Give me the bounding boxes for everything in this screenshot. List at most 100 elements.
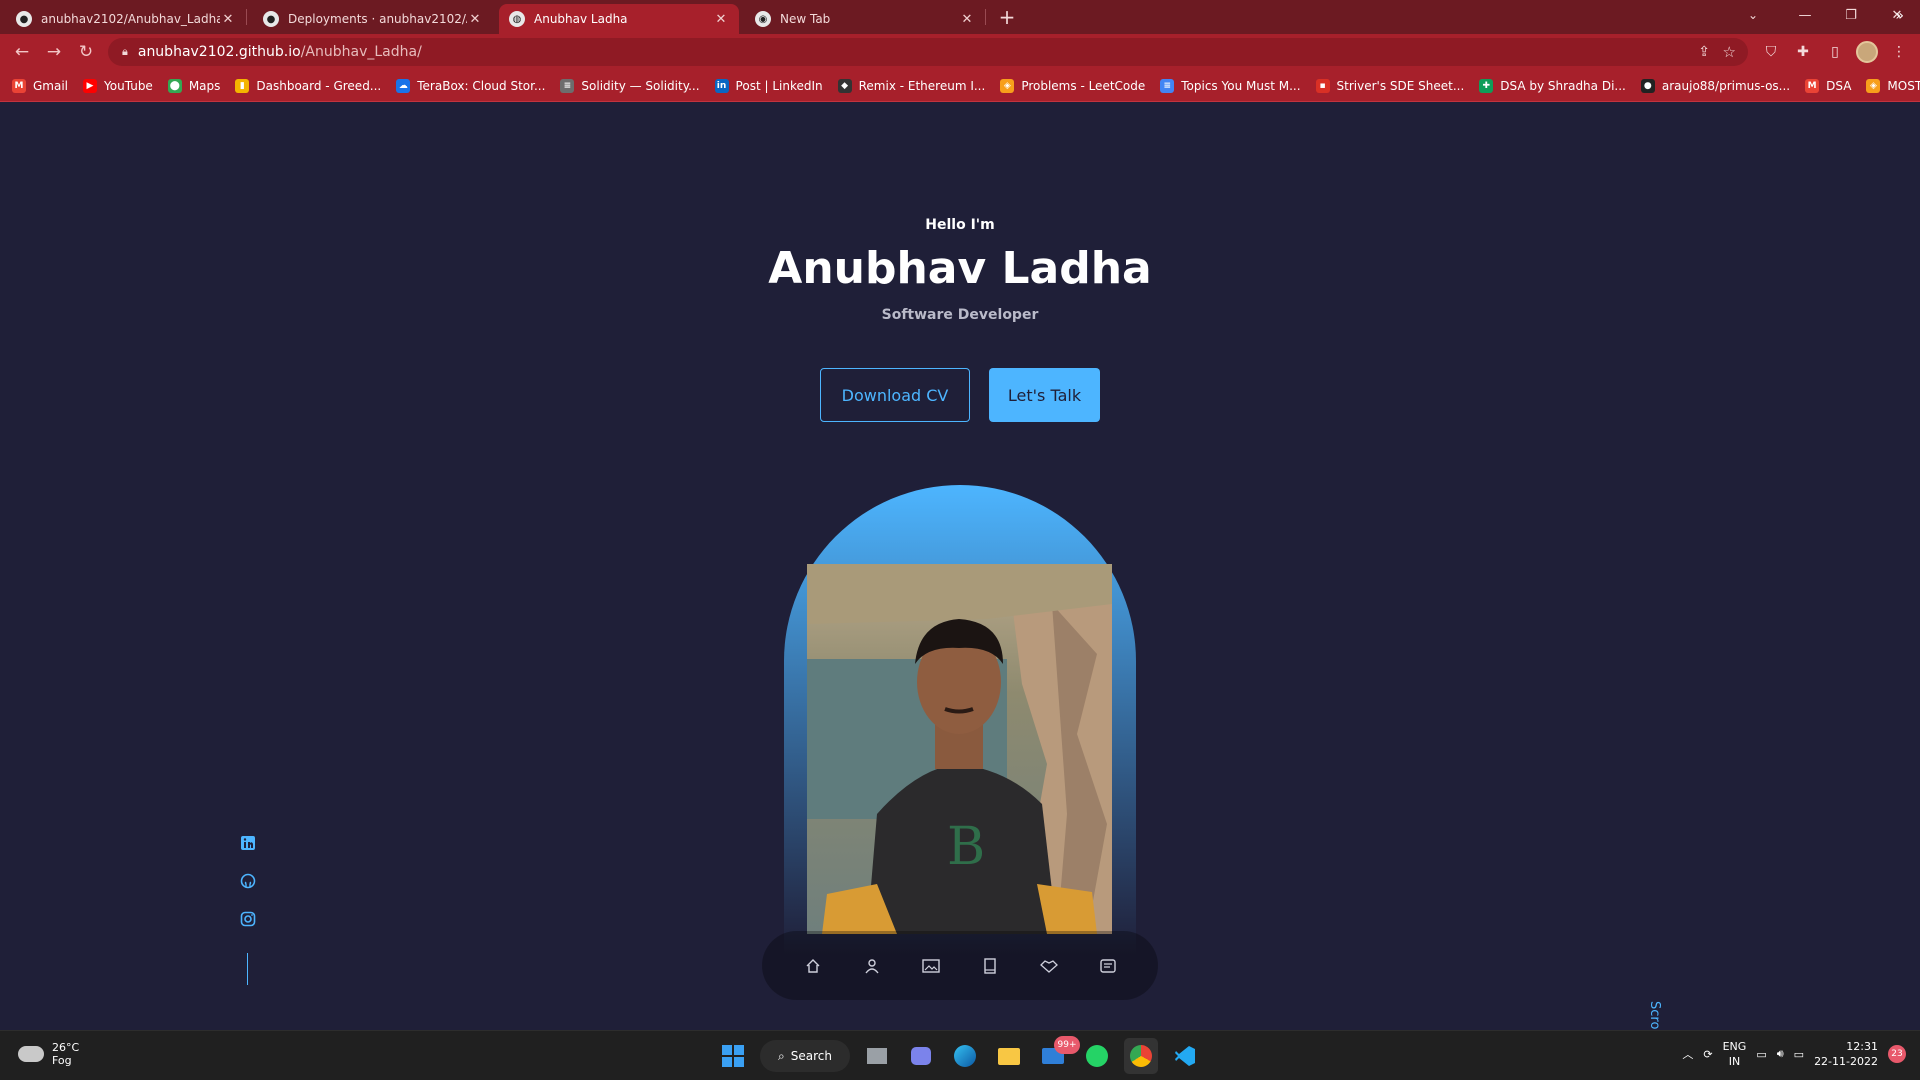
tab-title: Anubhav Ladha: [534, 12, 628, 26]
menu-kebab-icon[interactable]: ⋮: [1886, 38, 1912, 66]
bookmark-item[interactable]: ◈ Problems - LeetCode: [1000, 78, 1146, 93]
tab-new-tab[interactable]: ◉ New Tab ✕: [745, 4, 985, 34]
browser-tab-strip: ● anubhav2102/Anubhav_Ladha ✕ ● Deployme…: [0, 0, 1920, 34]
notification-badge[interactable]: 23: [1888, 1045, 1906, 1063]
bookmark-star-icon[interactable]: ☆: [1723, 43, 1736, 61]
back-arrow-icon[interactable]: ←: [6, 37, 38, 67]
windows-start-icon[interactable]: [716, 1038, 750, 1074]
url-path: /Anubhav_Ladha/: [300, 44, 422, 60]
book-icon[interactable]: [974, 950, 1006, 982]
bookmark-item[interactable]: ☁ TeraBox: Cloud Stor...: [396, 78, 546, 93]
search-icon: ⌕: [778, 1048, 785, 1063]
teams-chat-icon[interactable]: [904, 1038, 938, 1074]
tab-title: Deployments · anubhav2102/Anu: [288, 12, 467, 26]
cloud-icon: ☁: [396, 78, 411, 93]
battery-icon[interactable]: ▭: [1794, 1048, 1804, 1061]
forward-arrow-icon[interactable]: →: [38, 37, 70, 67]
mail-icon[interactable]: 99+: [1036, 1036, 1080, 1074]
message-icon[interactable]: [1092, 950, 1124, 982]
user-icon[interactable]: [856, 950, 888, 982]
reload-icon[interactable]: ↻: [70, 37, 102, 67]
side-panel-icon[interactable]: ▯: [1822, 38, 1848, 66]
bookmark-item[interactable]: in Post | LinkedIn: [714, 78, 823, 93]
bookmark-item[interactable]: ⬤ Maps: [167, 78, 220, 93]
home-icon[interactable]: [797, 950, 829, 982]
toolbar-actions: ⛉ ✚ ▯ ⋮: [1758, 38, 1912, 66]
bookmark-label: Gmail: [33, 78, 69, 93]
profile-avatar[interactable]: [1854, 38, 1880, 66]
tab-portfolio-active[interactable]: ◍ Anubhav Ladha ✕: [499, 4, 739, 34]
edge-icon[interactable]: [948, 1038, 982, 1074]
tab-title: New Tab: [780, 12, 831, 26]
chevron-up-icon[interactable]: ︿: [1682, 1046, 1693, 1062]
bookmark-item[interactable]: ▮ Dashboard - Greed...: [235, 78, 382, 93]
restore-icon[interactable]: ❐: [1828, 0, 1874, 30]
extensions-icon[interactable]: ✚: [1790, 38, 1816, 66]
whatsapp-icon[interactable]: [1080, 1038, 1114, 1074]
bookmark-item[interactable]: ≡ Solidity — Solidity...: [560, 78, 700, 93]
chrome-icon: ◉: [755, 11, 771, 27]
shield-icon[interactable]: ⛉: [1758, 38, 1784, 66]
language-indicator[interactable]: ENG IN: [1723, 1039, 1747, 1069]
linkedin-icon[interactable]: [239, 834, 257, 852]
image-icon[interactable]: [915, 950, 947, 982]
close-tab-icon[interactable]: ✕: [959, 12, 975, 27]
instagram-icon[interactable]: [239, 910, 257, 928]
sync-icon[interactable]: ⟳: [1703, 1048, 1712, 1061]
bookmark-item[interactable]: ● araujo88/primus-os...: [1640, 78, 1790, 93]
bookmark-item[interactable]: ◆ Remix - Ethereum I...: [837, 78, 986, 93]
tuf-icon: ▪: [1315, 78, 1330, 93]
task-view-icon[interactable]: [860, 1038, 894, 1074]
doc-icon: ≡: [560, 78, 575, 93]
bookmark-label: Striver's SDE Sheet...: [1336, 78, 1465, 93]
clock-date: 22-11-2022: [1814, 1055, 1878, 1068]
github-icon[interactable]: [239, 872, 257, 890]
bookmark-label: Post | LinkedIn: [735, 78, 823, 93]
minimize-icon[interactable]: —: [1782, 0, 1828, 30]
lets-talk-button[interactable]: Let's Talk: [989, 368, 1100, 422]
new-tab-button[interactable]: +: [992, 2, 1022, 32]
bookmark-item[interactable]: ≡ Topics You Must M...: [1160, 78, 1301, 93]
network-icon[interactable]: ▭: [1756, 1048, 1766, 1061]
bookmark-item[interactable]: ✚ DSA by Shradha Di...: [1479, 78, 1626, 93]
bookmark-label: DSA by Shradha Di...: [1500, 78, 1626, 93]
chrome-icon[interactable]: [1124, 1038, 1158, 1074]
volume-icon[interactable]: 🔊︎: [1777, 1047, 1784, 1061]
tab-deployments[interactable]: ● Deployments · anubhav2102/Anu ✕: [253, 4, 493, 34]
bookmark-label: YouTube: [104, 78, 153, 93]
bookmark-item[interactable]: M Gmail: [12, 78, 69, 93]
sheet-icon: ✚: [1479, 78, 1494, 93]
bookmark-item[interactable]: ▶ YouTube: [83, 78, 153, 93]
share-icon[interactable]: ⇪: [1698, 44, 1710, 60]
browser-toolbar: ← → ↻ 🔒︎ anubhav2102.github.io/Anubhav_L…: [0, 34, 1920, 70]
clock[interactable]: 12:31 22-11-2022: [1814, 1039, 1878, 1069]
tab-search-chevron-icon[interactable]: ⌄: [1738, 4, 1768, 26]
bookmark-item[interactable]: ◈ MOST IMP: [1866, 78, 1920, 93]
tab-divider: [985, 9, 986, 25]
handshake-icon[interactable]: [1033, 950, 1065, 982]
close-tab-icon[interactable]: ✕: [220, 12, 236, 27]
weather-condition: Fog: [52, 1054, 72, 1067]
address-bar[interactable]: 🔒︎ anubhav2102.github.io/Anubhav_Ladha/ …: [108, 38, 1748, 66]
bookmark-label: TeraBox: Cloud Stor...: [417, 78, 546, 93]
gmail-icon: M: [1805, 78, 1820, 93]
download-cv-button[interactable]: Download CV: [820, 368, 970, 422]
close-tab-icon[interactable]: ✕: [467, 12, 483, 27]
bookmark-label: Problems - LeetCode: [1021, 78, 1146, 93]
language-code: ENG: [1722, 1040, 1747, 1053]
hero-name: Anubhav Ladha: [768, 243, 1152, 294]
bookmark-label: Remix - Ethereum I...: [858, 78, 986, 93]
close-tab-icon[interactable]: ✕: [713, 12, 729, 27]
linkedin-icon: in: [714, 78, 729, 93]
tab-github-repo[interactable]: ● anubhav2102/Anubhav_Ladha ✕: [6, 4, 246, 34]
bookmark-item[interactable]: ▪ Striver's SDE Sheet...: [1315, 78, 1465, 93]
avatar: [1856, 41, 1878, 63]
bookmarks-overflow-icon[interactable]: »: [1895, 8, 1904, 24]
bookmark-item[interactable]: M DSA: [1805, 78, 1851, 93]
weather-widget[interactable]: 26°C Fog: [18, 1041, 79, 1067]
bookmark-label: Dashboard - Greed...: [256, 78, 382, 93]
github-icon: ●: [1640, 78, 1655, 93]
file-explorer-icon[interactable]: [992, 1038, 1026, 1074]
vscode-icon[interactable]: [1168, 1038, 1202, 1074]
taskbar-search[interactable]: ⌕ Search: [760, 1040, 850, 1072]
